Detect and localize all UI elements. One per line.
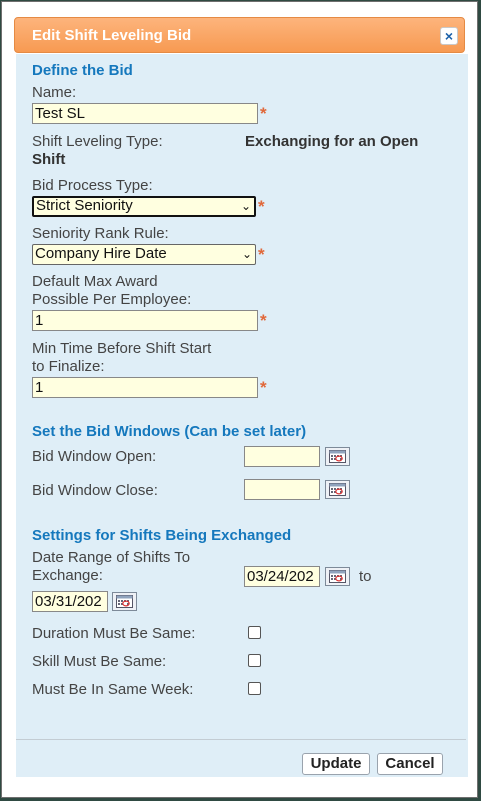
bid-window-close-calendar-button[interactable] <box>325 480 350 499</box>
date-range-start-calendar-button[interactable] <box>325 567 350 586</box>
max-award-required-marker: * <box>260 311 267 330</box>
to-label: to <box>359 568 372 585</box>
same-week-label: Must Be In Same Week: <box>32 681 194 698</box>
duration-same-checkbox[interactable] <box>248 626 261 639</box>
dialog-content: Define the Bid Name: Test SL * Shift Lev… <box>16 54 468 777</box>
seniority-rank-rule-value: Company Hire Date <box>35 245 167 262</box>
dialog-title: Edit Shift Leveling Bid <box>32 27 192 44</box>
chevron-down-icon: ⌄ <box>240 199 251 213</box>
bid-window-close-input[interactable] <box>244 479 320 500</box>
date-range-end-input[interactable]: 03/31/202 <box>32 591 108 612</box>
max-award-label: Default Max Award <box>32 273 158 290</box>
date-range-label-cont: Exchange: <box>32 567 103 584</box>
min-time-label-cont: to Finalize: <box>32 358 105 375</box>
same-week-checkbox[interactable] <box>248 682 261 695</box>
max-award-label-cont: Possible Per Employee: <box>32 291 192 308</box>
date-range-end-calendar-button[interactable] <box>112 592 137 611</box>
skill-same-label: Skill Must Be Same: <box>32 653 167 670</box>
bid-window-open-input[interactable] <box>244 446 320 467</box>
exchange-settings-heading: Settings for Shifts Being Exchanged <box>32 527 292 544</box>
update-button[interactable]: Update <box>302 753 370 775</box>
bid-process-type-select[interactable]: Strict Seniority ⌄ <box>32 196 256 217</box>
calendar-icon <box>329 483 346 496</box>
bid-process-type-value: Strict Seniority <box>36 197 133 214</box>
name-required-marker: * <box>260 104 267 123</box>
bid-process-type-label: Bid Process Type: <box>32 177 153 194</box>
seniority-rank-rule-label: Seniority Rank Rule: <box>32 225 169 242</box>
skill-same-checkbox[interactable] <box>248 654 261 667</box>
min-time-input[interactable]: 1 <box>32 377 258 398</box>
close-icon[interactable]: × <box>440 27 458 45</box>
shift-leveling-type-value-cont: Shift <box>32 151 66 168</box>
bid-window-close-label: Bid Window Close: <box>32 482 158 499</box>
process-required-marker: * <box>258 197 265 216</box>
min-time-required-marker: * <box>260 378 267 397</box>
seniority-rank-rule-select[interactable]: Company Hire Date ⌄ <box>32 244 256 265</box>
define-bid-heading: Define the Bid <box>32 62 133 79</box>
calendar-icon <box>329 450 346 463</box>
calendar-icon <box>116 595 133 608</box>
date-range-start-input[interactable]: 03/24/202 <box>244 566 320 587</box>
chevron-down-icon: ⌄ <box>241 247 252 261</box>
name-input[interactable]: Test SL <box>32 103 258 124</box>
name-label: Name: <box>32 84 77 101</box>
footer-divider <box>16 739 466 740</box>
edit-shift-leveling-bid-dialog: Define the Bid Name: Test SL * Shift Lev… <box>1 1 478 798</box>
bid-window-open-label: Bid Window Open: <box>32 448 157 465</box>
date-range-label: Date Range of Shifts To <box>32 549 191 566</box>
dialog-titlebar[interactable]: Edit Shift Leveling Bid × <box>14 17 465 53</box>
min-time-label: Min Time Before Shift Start <box>32 340 212 357</box>
bid-window-open-calendar-button[interactable] <box>325 447 350 466</box>
bid-windows-heading: Set the Bid Windows (Can be set later) <box>32 423 307 440</box>
duration-same-label: Duration Must Be Same: <box>32 625 196 642</box>
calendar-icon <box>329 570 346 583</box>
rank-required-marker: * <box>258 245 265 264</box>
shift-leveling-type-value: Exchanging for an Open <box>245 133 419 150</box>
shift-leveling-type-label: Shift Leveling Type: <box>32 133 163 150</box>
max-award-input[interactable]: 1 <box>32 310 258 331</box>
cancel-button[interactable]: Cancel <box>377 753 443 775</box>
